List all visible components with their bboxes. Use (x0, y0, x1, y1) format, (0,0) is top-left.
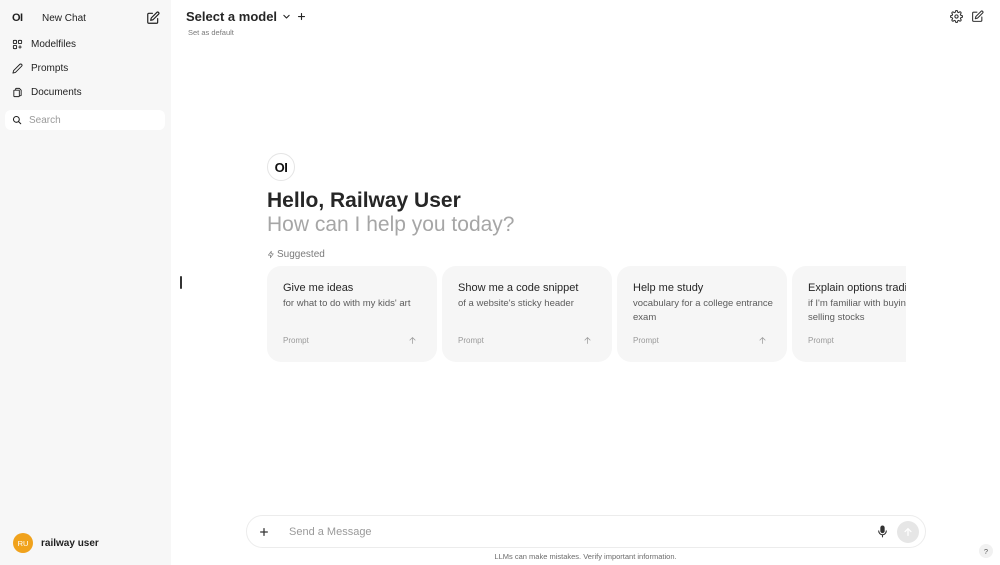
sidebar-item-documents[interactable]: Documents (12, 83, 82, 101)
pencil-icon (12, 63, 23, 74)
disclaimer-text: LLMs can make mistakes. Verify important… (171, 552, 1000, 561)
search-input[interactable] (29, 115, 149, 126)
attach-button[interactable] (253, 521, 275, 543)
suggestion-subtitle: vocabulary for a college entrance exam (633, 297, 783, 324)
model-logo: OI (267, 153, 295, 181)
message-input[interactable] (289, 526, 849, 538)
suggested-label: Suggested (277, 249, 325, 260)
user-name: railway user (41, 538, 99, 549)
help-button[interactable]: ? (979, 544, 993, 558)
suggestion-title: Help me study (633, 282, 771, 294)
greeting-title: Hello, Railway User (267, 189, 461, 213)
gear-icon[interactable] (950, 10, 963, 23)
sidebar-item-label: Documents (31, 87, 82, 98)
sidebar-search (5, 110, 165, 130)
suggestion-subtitle: if I'm familiar with buying and selling … (808, 297, 906, 324)
grid-plus-icon (12, 39, 23, 50)
suggestion-prompt-label: Prompt (808, 336, 834, 345)
chevron-down-icon (282, 12, 291, 21)
suggestion-card[interactable]: Give me ideas for what to do with my kid… (267, 266, 437, 362)
suggestion-card[interactable]: Show me a code snippet of a website's st… (442, 266, 612, 362)
plus-icon (259, 527, 269, 537)
arrow-up-icon (583, 336, 592, 345)
set-default-link[interactable]: Set as default (188, 28, 234, 37)
suggestion-prompt-label: Prompt (458, 336, 484, 345)
new-chat-label: New Chat (42, 13, 86, 24)
suggestion-card[interactable]: Help me study vocabulary for a college e… (617, 266, 787, 362)
new-chat-icon[interactable] (971, 10, 984, 23)
suggestion-cards: Give me ideas for what to do with my kid… (267, 266, 906, 364)
model-selector-label: Select a model (186, 9, 277, 24)
suggestion-title: Show me a code snippet (458, 282, 596, 294)
user-menu[interactable]: RU railway user (13, 533, 99, 553)
arrow-up-icon (408, 336, 417, 345)
arrow-up-icon (758, 336, 767, 345)
sidebar: OI New Chat Modelfiles Prompts Docu (0, 0, 171, 565)
suggestion-title: Explain options trading (808, 282, 906, 294)
new-chat-button[interactable]: OI New Chat (8, 8, 160, 28)
sidebar-item-modelfiles[interactable]: Modelfiles (12, 35, 76, 53)
suggestion-subtitle: of a website's sticky header (458, 297, 608, 311)
sidebar-resize-handle[interactable] (180, 276, 182, 289)
arrow-up-icon (903, 527, 913, 537)
avatar: RU (13, 533, 33, 553)
compose-icon[interactable] (146, 11, 160, 25)
suggestion-subtitle: for what to do with my kids' art (283, 297, 433, 311)
greeting-subtitle: How can I help you today? (267, 213, 515, 237)
app-logo: OI (12, 12, 32, 24)
documents-icon (12, 87, 23, 98)
model-selector[interactable]: Select a model (186, 9, 306, 24)
app-root: OI New Chat Modelfiles Prompts Docu (0, 0, 1000, 565)
main-panel: Select a model Set as default OI Hello, … (171, 0, 1000, 565)
sidebar-item-label: Prompts (31, 63, 68, 74)
suggestion-title: Give me ideas (283, 282, 421, 294)
sidebar-item-prompts[interactable]: Prompts (12, 59, 68, 77)
suggestion-prompt-label: Prompt (283, 336, 309, 345)
send-button[interactable] (897, 521, 919, 543)
sidebar-item-label: Modelfiles (31, 39, 76, 50)
suggestion-prompt-label: Prompt (633, 336, 659, 345)
add-model-icon[interactable] (297, 12, 306, 21)
microphone-icon[interactable] (876, 525, 889, 538)
suggested-heading: Suggested (267, 249, 325, 260)
message-composer (246, 515, 926, 548)
search-icon (12, 115, 22, 125)
lightning-icon (267, 250, 275, 259)
suggestion-card[interactable]: Explain options trading if I'm familiar … (792, 266, 906, 362)
